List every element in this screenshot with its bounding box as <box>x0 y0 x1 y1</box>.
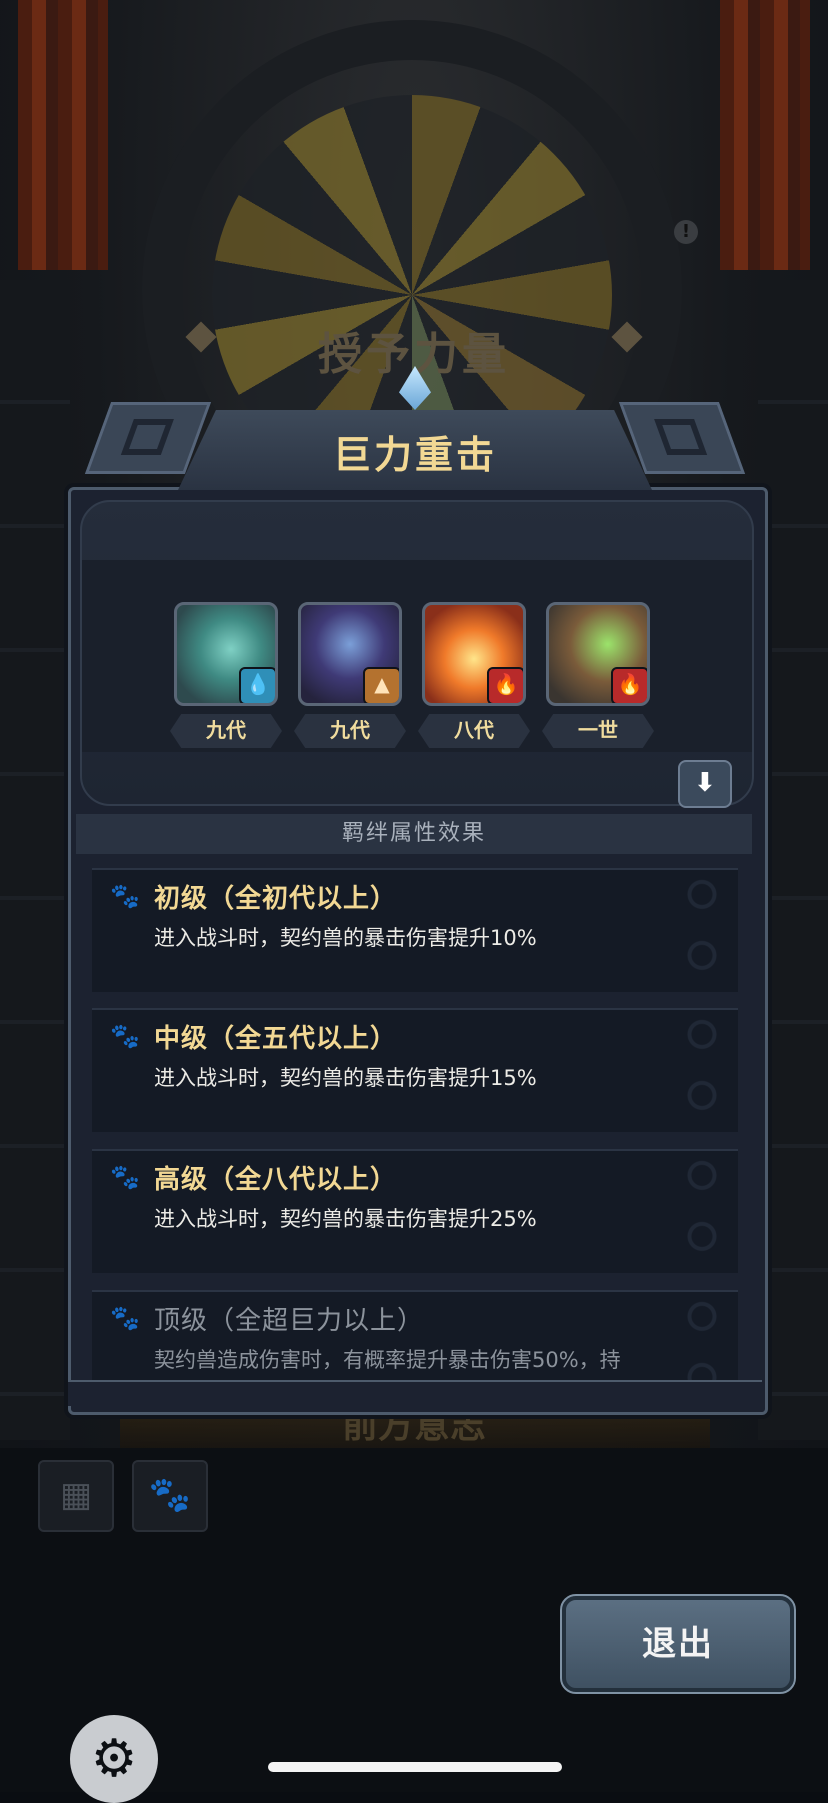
bond-tier: 🐾 高级（全八代以上） 进入战斗时，契约兽的暴击伤害提升25% <box>92 1149 738 1273</box>
paw-icon: 🐾 <box>110 1304 140 1332</box>
tier-title: 顶级（全超巨力以上） <box>154 1306 425 1336</box>
tier-description: 进入战斗时，契约兽的暴击伤害提升25% <box>154 1207 537 1231</box>
home-indicator[interactable] <box>268 1762 562 1772</box>
bond-tier-locked: 🐾 顶级（全超巨力以上） 契约兽造成伤害时，有概率提升暴击伤害50%，持 <box>92 1290 738 1380</box>
tier-description: 契约兽造成伤害时，有概率提升暴击伤害50%，持 <box>154 1348 621 1372</box>
bond-tier: 🐾 中级（全五代以上） 进入战斗时，契约兽的暴击伤害提升15% <box>92 1008 738 1132</box>
tier-title: 高级（全八代以上） <box>154 1165 398 1195</box>
paw-icon: 🐾 <box>110 882 140 910</box>
blocks-icon[interactable]: ▦ <box>38 1460 114 1532</box>
tier-title: 初级（全初代以上） <box>154 884 398 914</box>
rope-ornament <box>680 870 724 992</box>
paw-icon: 🐾 <box>110 1022 140 1050</box>
tier-description: 进入战斗时，契约兽的暴击伤害提升10% <box>154 926 537 950</box>
paw-icon: 🐾 <box>110 1163 140 1191</box>
tier-list: 🐾 初级（全初代以上） 进入战斗时，契约兽的暴击伤害提升10% 🐾 中级（全五代… <box>0 0 828 1380</box>
tier-title: 中级（全五代以上） <box>154 1024 398 1054</box>
paw-icon[interactable]: 🐾 <box>132 1460 208 1532</box>
bond-tier: 🐾 初级（全初代以上） 进入战斗时，契约兽的暴击伤害提升10% <box>92 868 738 992</box>
panel-bottom-edge <box>68 1380 762 1406</box>
rope-ornament <box>680 1151 724 1273</box>
rope-ornament <box>680 1292 724 1380</box>
gear-wrench-icon[interactable]: ⚙ <box>70 1715 158 1803</box>
tier-description: 进入战斗时，契约兽的暴击伤害提升15% <box>154 1066 537 1090</box>
rope-ornament <box>680 1010 724 1132</box>
exit-button[interactable]: 退出 <box>560 1594 796 1694</box>
